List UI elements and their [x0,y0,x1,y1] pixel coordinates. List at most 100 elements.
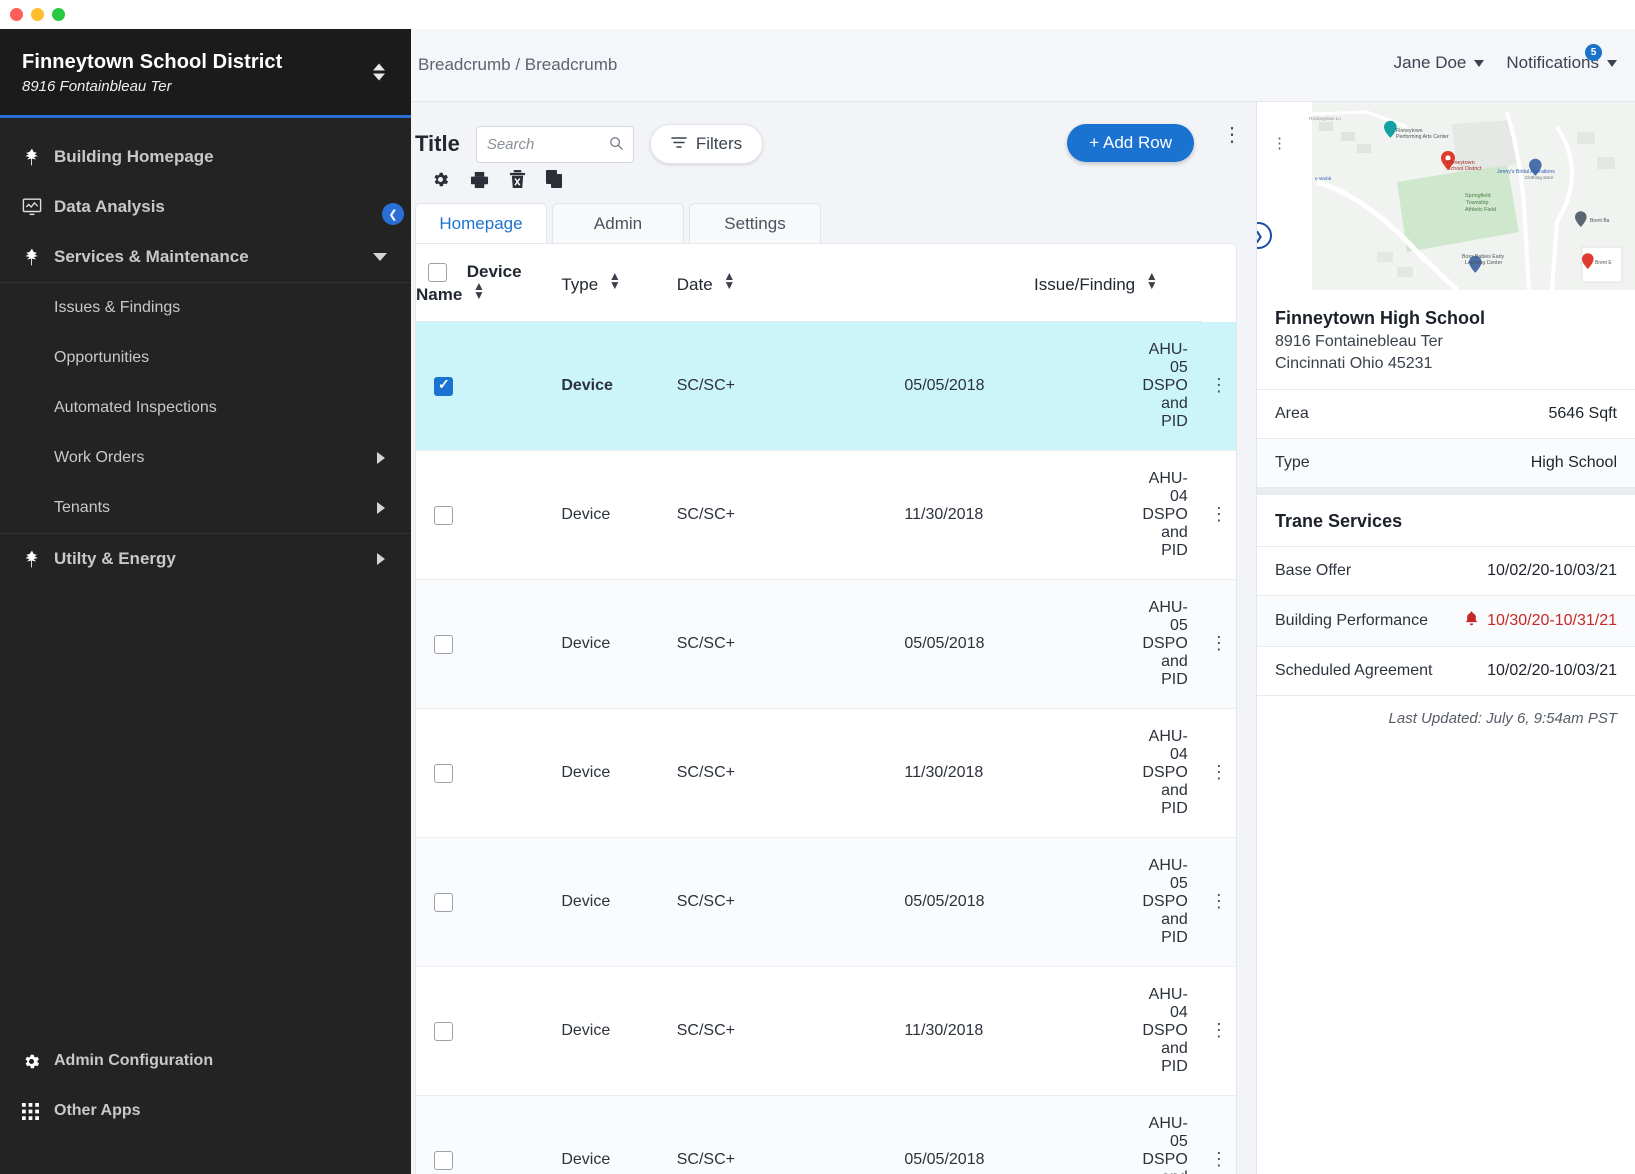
sidebar-collapse-button[interactable]: ❮ [382,203,404,225]
printer-icon[interactable] [470,171,489,189]
row-kebab-menu-icon[interactable]: ⋮ [1202,451,1236,580]
table-row[interactable]: Device SC/SC+ 05/05/2018 AHU-05 DSPO and… [416,322,1236,451]
column-header-type[interactable]: Type ▲▼ [561,244,676,322]
column-header-device-name[interactable]: Device Name ▲▼ [416,244,561,322]
table-row[interactable]: Device SC/SC+ 05/05/2018 AHU-05 DSPO and… [416,838,1236,967]
building-address-line1: 8916 Fontainebleau Ter [1275,333,1617,351]
tab-settings[interactable]: Settings [689,203,821,243]
window-titlebar [0,0,1635,29]
chevron-right-icon[interactable] [377,553,385,565]
row-kebab-menu-icon[interactable]: ⋮ [1202,1096,1236,1174]
chevron-right-icon[interactable] [377,452,385,464]
notifications-menu[interactable]: Notifications 5 [1506,53,1617,73]
search-input[interactable] [487,136,607,153]
column-header-issue-finding[interactable]: Issue/Finding ▲▼ [904,244,1201,322]
chevron-down-icon[interactable] [373,253,387,261]
chevron-down-icon [1607,60,1617,67]
sidebar-item-automated-inspections[interactable]: Automated Inspections [0,383,411,433]
sidebar-item-data-analysis[interactable]: Data Analysis [0,182,411,232]
column-header-date[interactable]: Date ▲▼ [677,244,905,322]
sidebar: Finneytown School District 8916 Fontainb… [0,29,411,1174]
service-label: Building Performance [1275,612,1428,630]
sidebar-item-admin-configuration[interactable]: Admin Configuration [0,1036,411,1086]
sort-icon: ▲▼ [609,272,621,290]
kebab-menu-icon[interactable]: ⋮ [1222,130,1234,141]
table-row[interactable]: Device SC/SC+ 05/05/2018 AHU-05 DSPO and… [416,580,1236,709]
user-menu[interactable]: Jane Doe [1394,53,1485,73]
building-info-header: Finneytown High School 8916 Fontaineblea… [1257,290,1635,390]
row-checkbox[interactable] [434,764,453,783]
sidebar-item-services-maintenance[interactable]: Services & Maintenance [0,232,411,282]
svg-text:e Webb: e Webb [1315,176,1332,182]
sidebar-item-label: Data Analysis [54,197,165,217]
svg-text:Performing Arts Center: Performing Arts Center [1396,134,1449,140]
service-value: 10/02/20-10/03/21 [1487,662,1617,680]
cell-issue: AHU-04 DSPO and PID [1142,967,1201,1096]
sidebar-item-utility-energy[interactable]: Utilty & Energy [0,534,411,584]
table-action-icons [411,164,1256,189]
maximize-window-button[interactable] [52,8,65,21]
row-checkbox[interactable] [434,1151,453,1170]
row-kebab-menu-icon[interactable]: ⋮ [1202,838,1236,967]
top-header-bar: Breadcrumb / Breadcrumb Jane Doe Notific… [411,29,1635,102]
breadcrumb[interactable]: Breadcrumb / Breadcrumb [418,55,617,75]
sidebar-subitem-label: Automated Inspections [54,399,217,417]
row-checkbox[interactable] [434,1022,453,1041]
sidebar-item-other-apps[interactable]: Other Apps [0,1086,411,1136]
table-row[interactable]: Device SC/SC+ 11/30/2018 AHU-04 DSPO and… [416,709,1236,838]
svg-text:Brent Ba: Brent Ba [1590,218,1610,224]
service-row-base-offer: Base Offer 10/02/20-10/03/21 [1257,547,1635,596]
select-all-checkbox[interactable] [428,263,447,282]
cell-issue: AHU-05 DSPO and PID [1142,1096,1201,1174]
sidebar-item-opportunities[interactable]: Opportunities [0,333,411,383]
filters-button[interactable]: Filters [650,124,763,164]
service-label: Scheduled Agreement [1275,662,1432,680]
sort-icon: ▲▼ [473,282,485,300]
tab-admin[interactable]: Admin [552,203,684,243]
sidebar-item-building-homepage[interactable]: Building Homepage [0,132,411,182]
row-checkbox[interactable] [434,377,453,396]
header-right-controls: Jane Doe Notifications 5 [1394,53,1617,73]
table-row[interactable]: Device SC/SC+ 11/30/2018 AHU-04 DSPO and… [416,451,1236,580]
sidebar-org-header[interactable]: Finneytown School District 8916 Fontainb… [0,29,411,118]
sidebar-item-issues-findings[interactable]: Issues & Findings [0,283,411,333]
cell-type: SC/SC+ [677,709,905,838]
column-label: Issue/Finding [1034,275,1135,294]
row-kebab-menu-icon[interactable]: ⋮ [1202,967,1236,1096]
tab-homepage[interactable]: Homepage [415,203,547,243]
copy-icon[interactable] [546,170,564,189]
last-updated-label: Last Updated: July 6, 9:54am PST [1257,696,1635,727]
table-row[interactable]: Device SC/SC+ 11/30/2018 AHU-04 DSPO and… [416,967,1236,1096]
kebab-menu-icon[interactable]: ⋮ [1272,140,1282,148]
chevron-up-down-icon[interactable] [373,64,385,81]
service-row-scheduled-agreement: Scheduled Agreement 10/02/20-10/03/21 [1257,647,1635,696]
cell-device-name: Device [561,838,676,967]
search-icon [609,136,624,156]
delete-icon[interactable] [509,170,526,189]
gear-icon[interactable] [431,170,450,189]
map-view[interactable]: Finneytown School District Finneytown Pe… [1257,102,1635,290]
sort-icon: ▲▼ [723,272,735,290]
row-kebab-menu-icon[interactable]: ⋮ [1202,322,1236,451]
table-toolbar: Title Filters + Add Row ⋮ [411,102,1256,164]
sidebar-item-tenants[interactable]: Tenants [0,483,411,533]
add-row-button[interactable]: + Add Row [1067,124,1194,162]
cell-device-name: Device [561,580,676,709]
row-checkbox[interactable] [434,635,453,654]
minimize-window-button[interactable] [31,8,44,21]
row-kebab-menu-icon[interactable]: ⋮ [1202,709,1236,838]
row-checkbox[interactable] [434,893,453,912]
sidebar-item-label: Services & Maintenance [54,247,249,267]
bell-alert-icon [1464,611,1479,631]
chevron-right-icon[interactable] [377,502,385,514]
close-window-button[interactable] [10,8,23,21]
sidebar-item-work-orders[interactable]: Work Orders [0,433,411,483]
sort-icon: ▲▼ [1146,272,1158,290]
row-kebab-menu-icon[interactable]: ⋮ [1202,580,1236,709]
sidebar-item-label: Building Homepage [54,147,214,167]
service-value: 10/02/20-10/03/21 [1487,562,1617,580]
search-box[interactable] [476,126,634,163]
table-row[interactable]: Device SC/SC+ 05/05/2018 AHU-05 DSPO and… [416,1096,1236,1174]
building-address-line2: Cincinnati Ohio 45231 [1275,355,1617,373]
row-checkbox[interactable] [434,506,453,525]
